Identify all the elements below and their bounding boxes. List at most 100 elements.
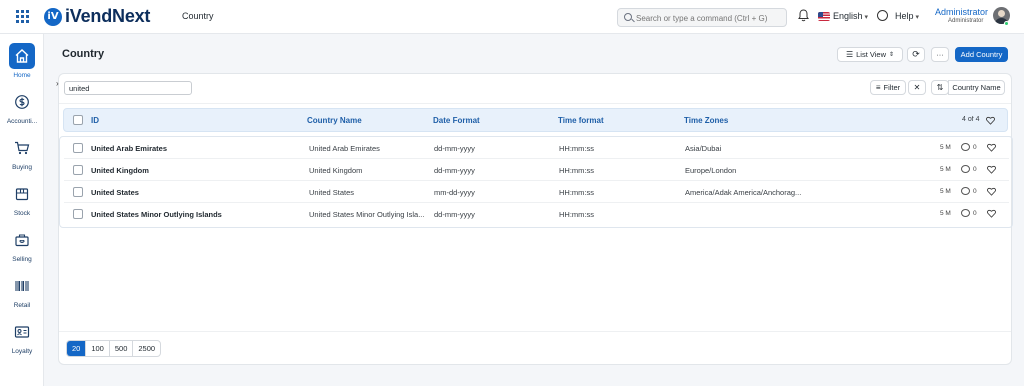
heart-icon[interactable] bbox=[987, 143, 996, 152]
comment-icon bbox=[961, 143, 970, 151]
column-header-time-zones[interactable]: Time Zones bbox=[684, 116, 728, 125]
more-label: ··· bbox=[936, 50, 944, 59]
sidebar-item-label: Selling bbox=[12, 256, 32, 263]
sidebar-toggle-chevron-icon[interactable]: › bbox=[56, 79, 59, 88]
row-date-format: dd-mm-yyyy bbox=[434, 166, 475, 175]
sidebar-item-loyalty[interactable]: Loyalty bbox=[0, 319, 44, 355]
breadcrumb[interactable]: Country bbox=[182, 11, 214, 21]
us-flag-icon bbox=[818, 12, 830, 21]
heart-icon[interactable] bbox=[987, 187, 996, 196]
list-view-button[interactable]: ☰ List View ⇕ bbox=[837, 47, 903, 62]
sort-field-button[interactable]: Country Name bbox=[948, 80, 1005, 95]
sidebar-item-home[interactable]: Home bbox=[0, 43, 44, 79]
sort-direction-button[interactable]: ⇅ bbox=[931, 80, 949, 95]
row-id[interactable]: United States bbox=[91, 188, 139, 197]
search-icon bbox=[624, 13, 632, 21]
row-time-zones: Asia/Dubai bbox=[685, 144, 722, 153]
row-country-name: United States bbox=[309, 188, 355, 197]
comment-icon bbox=[961, 165, 970, 173]
heart-icon[interactable] bbox=[987, 209, 996, 218]
user-name[interactable]: Administrator bbox=[935, 7, 988, 17]
column-header-date-format[interactable]: Date Format bbox=[433, 116, 480, 125]
row-time-zones: America/Adak America/Anchorag... bbox=[685, 188, 802, 197]
more-actions-button[interactable]: ··· bbox=[931, 47, 949, 62]
filter-button[interactable]: ≡ Filter bbox=[870, 80, 906, 95]
row-id[interactable]: United Kingdom bbox=[91, 166, 149, 175]
list-icon: ☰ bbox=[845, 50, 854, 59]
sidebar-item-stock[interactable]: Stock bbox=[0, 181, 44, 217]
sidebar: Home Accounti... Buying Stock Selling Re… bbox=[0, 34, 44, 386]
column-header-time-format[interactable]: Time format bbox=[558, 116, 604, 125]
row-id[interactable]: United States Minor Outlying Islands bbox=[91, 210, 222, 219]
sidebar-item-retail[interactable]: Retail bbox=[0, 273, 44, 309]
clear-filter-button[interactable]: ✕ bbox=[908, 80, 926, 95]
page-length-option[interactable]: 20 bbox=[67, 341, 87, 356]
row-time-format: HH:mm:ss bbox=[559, 188, 594, 197]
country-search-input[interactable] bbox=[64, 81, 192, 95]
table-row[interactable]: United States United States mm-dd-yyyy H… bbox=[64, 181, 1009, 203]
barcode-icon bbox=[9, 273, 35, 299]
row-checkbox[interactable] bbox=[73, 209, 83, 219]
chevron-down-icon: ▾ bbox=[864, 14, 869, 21]
sidebar-item-selling[interactable]: Selling bbox=[0, 227, 44, 263]
page-length-option[interactable]: 100 bbox=[86, 341, 110, 356]
theme-palette-icon[interactable] bbox=[877, 10, 888, 21]
page-title: Country bbox=[62, 48, 105, 60]
app-logo-icon[interactable]: iV bbox=[44, 8, 62, 26]
row-country-name: United States Minor Outlying Isla... bbox=[309, 210, 425, 219]
row-checkbox[interactable] bbox=[73, 165, 83, 175]
table-body: United Arab Emirates United Arab Emirate… bbox=[59, 136, 1013, 228]
row-date-format: mm-dd-yyyy bbox=[434, 188, 475, 197]
filter-label: Filter bbox=[883, 83, 901, 92]
select-all-checkbox[interactable] bbox=[73, 115, 83, 125]
page-length-option[interactable]: 2500 bbox=[133, 341, 160, 356]
awesome-bar[interactable] bbox=[617, 8, 787, 27]
heart-icon[interactable] bbox=[987, 165, 996, 174]
table-row[interactable]: United Arab Emirates United Arab Emirate… bbox=[64, 137, 1009, 159]
sidebar-item-label: Buying bbox=[12, 164, 32, 171]
cart-icon bbox=[9, 135, 35, 161]
app-grid-icon[interactable] bbox=[16, 10, 29, 23]
top-navbar: iV iVendNext Country English▾ Help▾ Admi… bbox=[0, 0, 1024, 34]
add-country-button[interactable]: Add Country bbox=[955, 47, 1008, 62]
comment-icon bbox=[961, 187, 970, 195]
list-card: › ≡ Filter ✕ ⇅ Country Name ID Country N… bbox=[56, 73, 1013, 365]
column-header-id[interactable]: ID bbox=[91, 116, 99, 125]
row-time-format: HH:mm:ss bbox=[559, 210, 594, 219]
language-selector[interactable]: English ▾ bbox=[833, 11, 868, 21]
sort-label: Country Name bbox=[952, 83, 1001, 92]
row-checkbox[interactable] bbox=[73, 187, 83, 197]
row-comment-count: 0 bbox=[973, 188, 977, 195]
row-date-format: dd-mm-yyyy bbox=[434, 144, 475, 153]
row-comment-count: 0 bbox=[973, 210, 977, 217]
list-view-label: List View bbox=[856, 50, 887, 59]
notification-bell-icon[interactable] bbox=[798, 9, 809, 22]
sidebar-item-accounting[interactable]: Accounti... bbox=[0, 89, 44, 125]
row-comment-count: 0 bbox=[973, 166, 977, 173]
row-date-format: dd-mm-yyyy bbox=[434, 210, 475, 219]
refresh-button[interactable]: ⟳ bbox=[907, 47, 925, 62]
sidebar-item-buying[interactable]: Buying bbox=[0, 135, 44, 171]
row-time-format: HH:mm:ss bbox=[559, 144, 594, 153]
online-status-icon bbox=[1004, 21, 1009, 26]
home-icon bbox=[9, 43, 35, 69]
search-input[interactable] bbox=[636, 11, 784, 25]
page-length-option[interactable]: 500 bbox=[110, 341, 134, 356]
app-logo-text[interactable]: iVendNext bbox=[65, 6, 150, 27]
sidebar-item-label: Accounti... bbox=[6, 118, 38, 125]
row-id[interactable]: United Arab Emirates bbox=[91, 144, 167, 153]
row-modified: 5 M bbox=[940, 188, 951, 195]
heart-icon[interactable] bbox=[986, 116, 995, 125]
page-length-selector: 20 100 500 2500 bbox=[66, 340, 162, 357]
table-header: ID Country Name Date Format Time format … bbox=[63, 108, 1008, 132]
table-row[interactable]: United States Minor Outlying Islands Uni… bbox=[64, 203, 1009, 225]
help-dropdown[interactable]: Help ▾ bbox=[895, 11, 919, 21]
row-checkbox[interactable] bbox=[73, 143, 83, 153]
table-row[interactable]: United Kingdom United Kingdom dd-mm-yyyy… bbox=[64, 159, 1009, 181]
sidebar-item-label: Home bbox=[13, 72, 31, 79]
row-modified: 5 M bbox=[940, 210, 951, 217]
row-time-zones: Europe/London bbox=[685, 166, 737, 175]
column-header-country-name[interactable]: Country Name bbox=[307, 116, 362, 125]
sort-icon: ⇅ bbox=[936, 83, 944, 92]
row-country-name: United Kingdom bbox=[309, 166, 363, 175]
